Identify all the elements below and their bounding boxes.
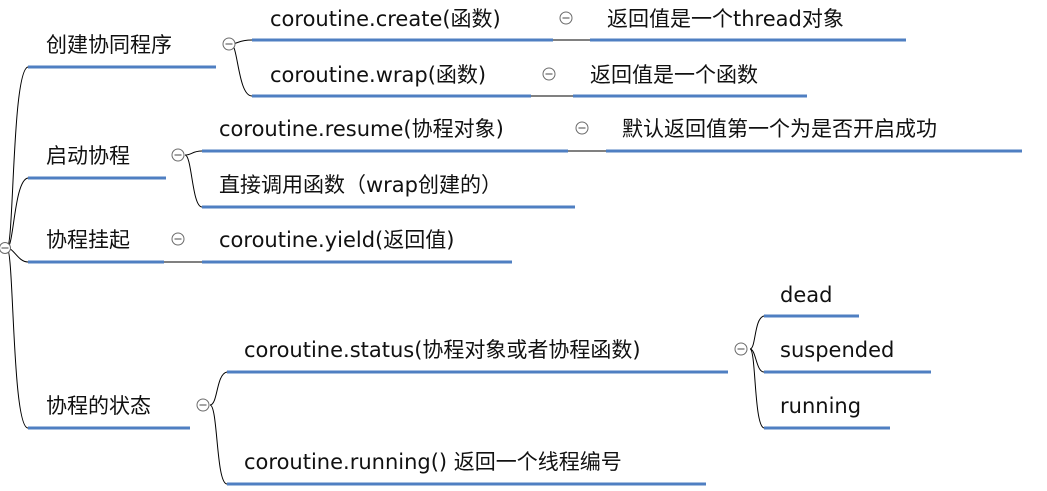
resume-return-label[interactable]: 默认返回值第一个为是否开启成功 — [622, 117, 937, 141]
status-suspended-label[interactable]: suspended — [780, 338, 894, 362]
yield-fn-label[interactable]: coroutine.yield(返回值) — [219, 228, 454, 252]
state-collapse-icon[interactable] — [196, 398, 210, 412]
status-connector — [749, 315, 765, 429]
topic-suspend-label[interactable]: 协程挂起 — [46, 228, 130, 252]
create-connector — [230, 39, 253, 97]
root-collapse-icon[interactable] — [0, 242, 11, 254]
wrap-fn-label[interactable]: coroutine.wrap(函数) — [270, 63, 486, 87]
start-collapse-icon[interactable] — [171, 148, 185, 162]
suspend-collapse-icon[interactable] — [171, 232, 185, 246]
status-fn-label[interactable]: coroutine.status(协程对象或者协程函数) — [244, 338, 641, 362]
create-fn-label[interactable]: coroutine.create(函数) — [270, 7, 501, 31]
mind-map: 创建协同程序 coroutine.create(函数) 返回值是一个thread… — [0, 7, 1022, 486]
create-collapse-icon[interactable] — [222, 37, 236, 51]
create-fn-collapse-icon[interactable] — [559, 11, 573, 25]
topic-create-label[interactable]: 创建协同程序 — [46, 33, 172, 57]
status-fn-collapse-icon[interactable] — [734, 342, 748, 356]
state-connector — [209, 371, 228, 485]
direct-call-label[interactable]: 直接调用函数（wrap创建的） — [219, 173, 502, 197]
wrap-fn-collapse-icon[interactable] — [542, 67, 556, 81]
status-running-label[interactable]: running — [780, 394, 861, 418]
resume-fn-label[interactable]: coroutine.resume(协程对象) — [219, 117, 504, 141]
running-fn-label[interactable]: coroutine.running() 返回一个线程编号 — [244, 450, 622, 474]
resume-fn-collapse-icon[interactable] — [575, 121, 589, 135]
topic-start-label[interactable]: 启动协程 — [46, 144, 130, 168]
create-return-label[interactable]: 返回值是一个thread对象 — [607, 7, 844, 31]
start-connector — [184, 150, 203, 208]
wrap-return-label[interactable]: 返回值是一个函数 — [590, 63, 758, 87]
status-dead-label[interactable]: dead — [780, 283, 832, 307]
topic-state-label[interactable]: 协程的状态 — [46, 394, 151, 418]
